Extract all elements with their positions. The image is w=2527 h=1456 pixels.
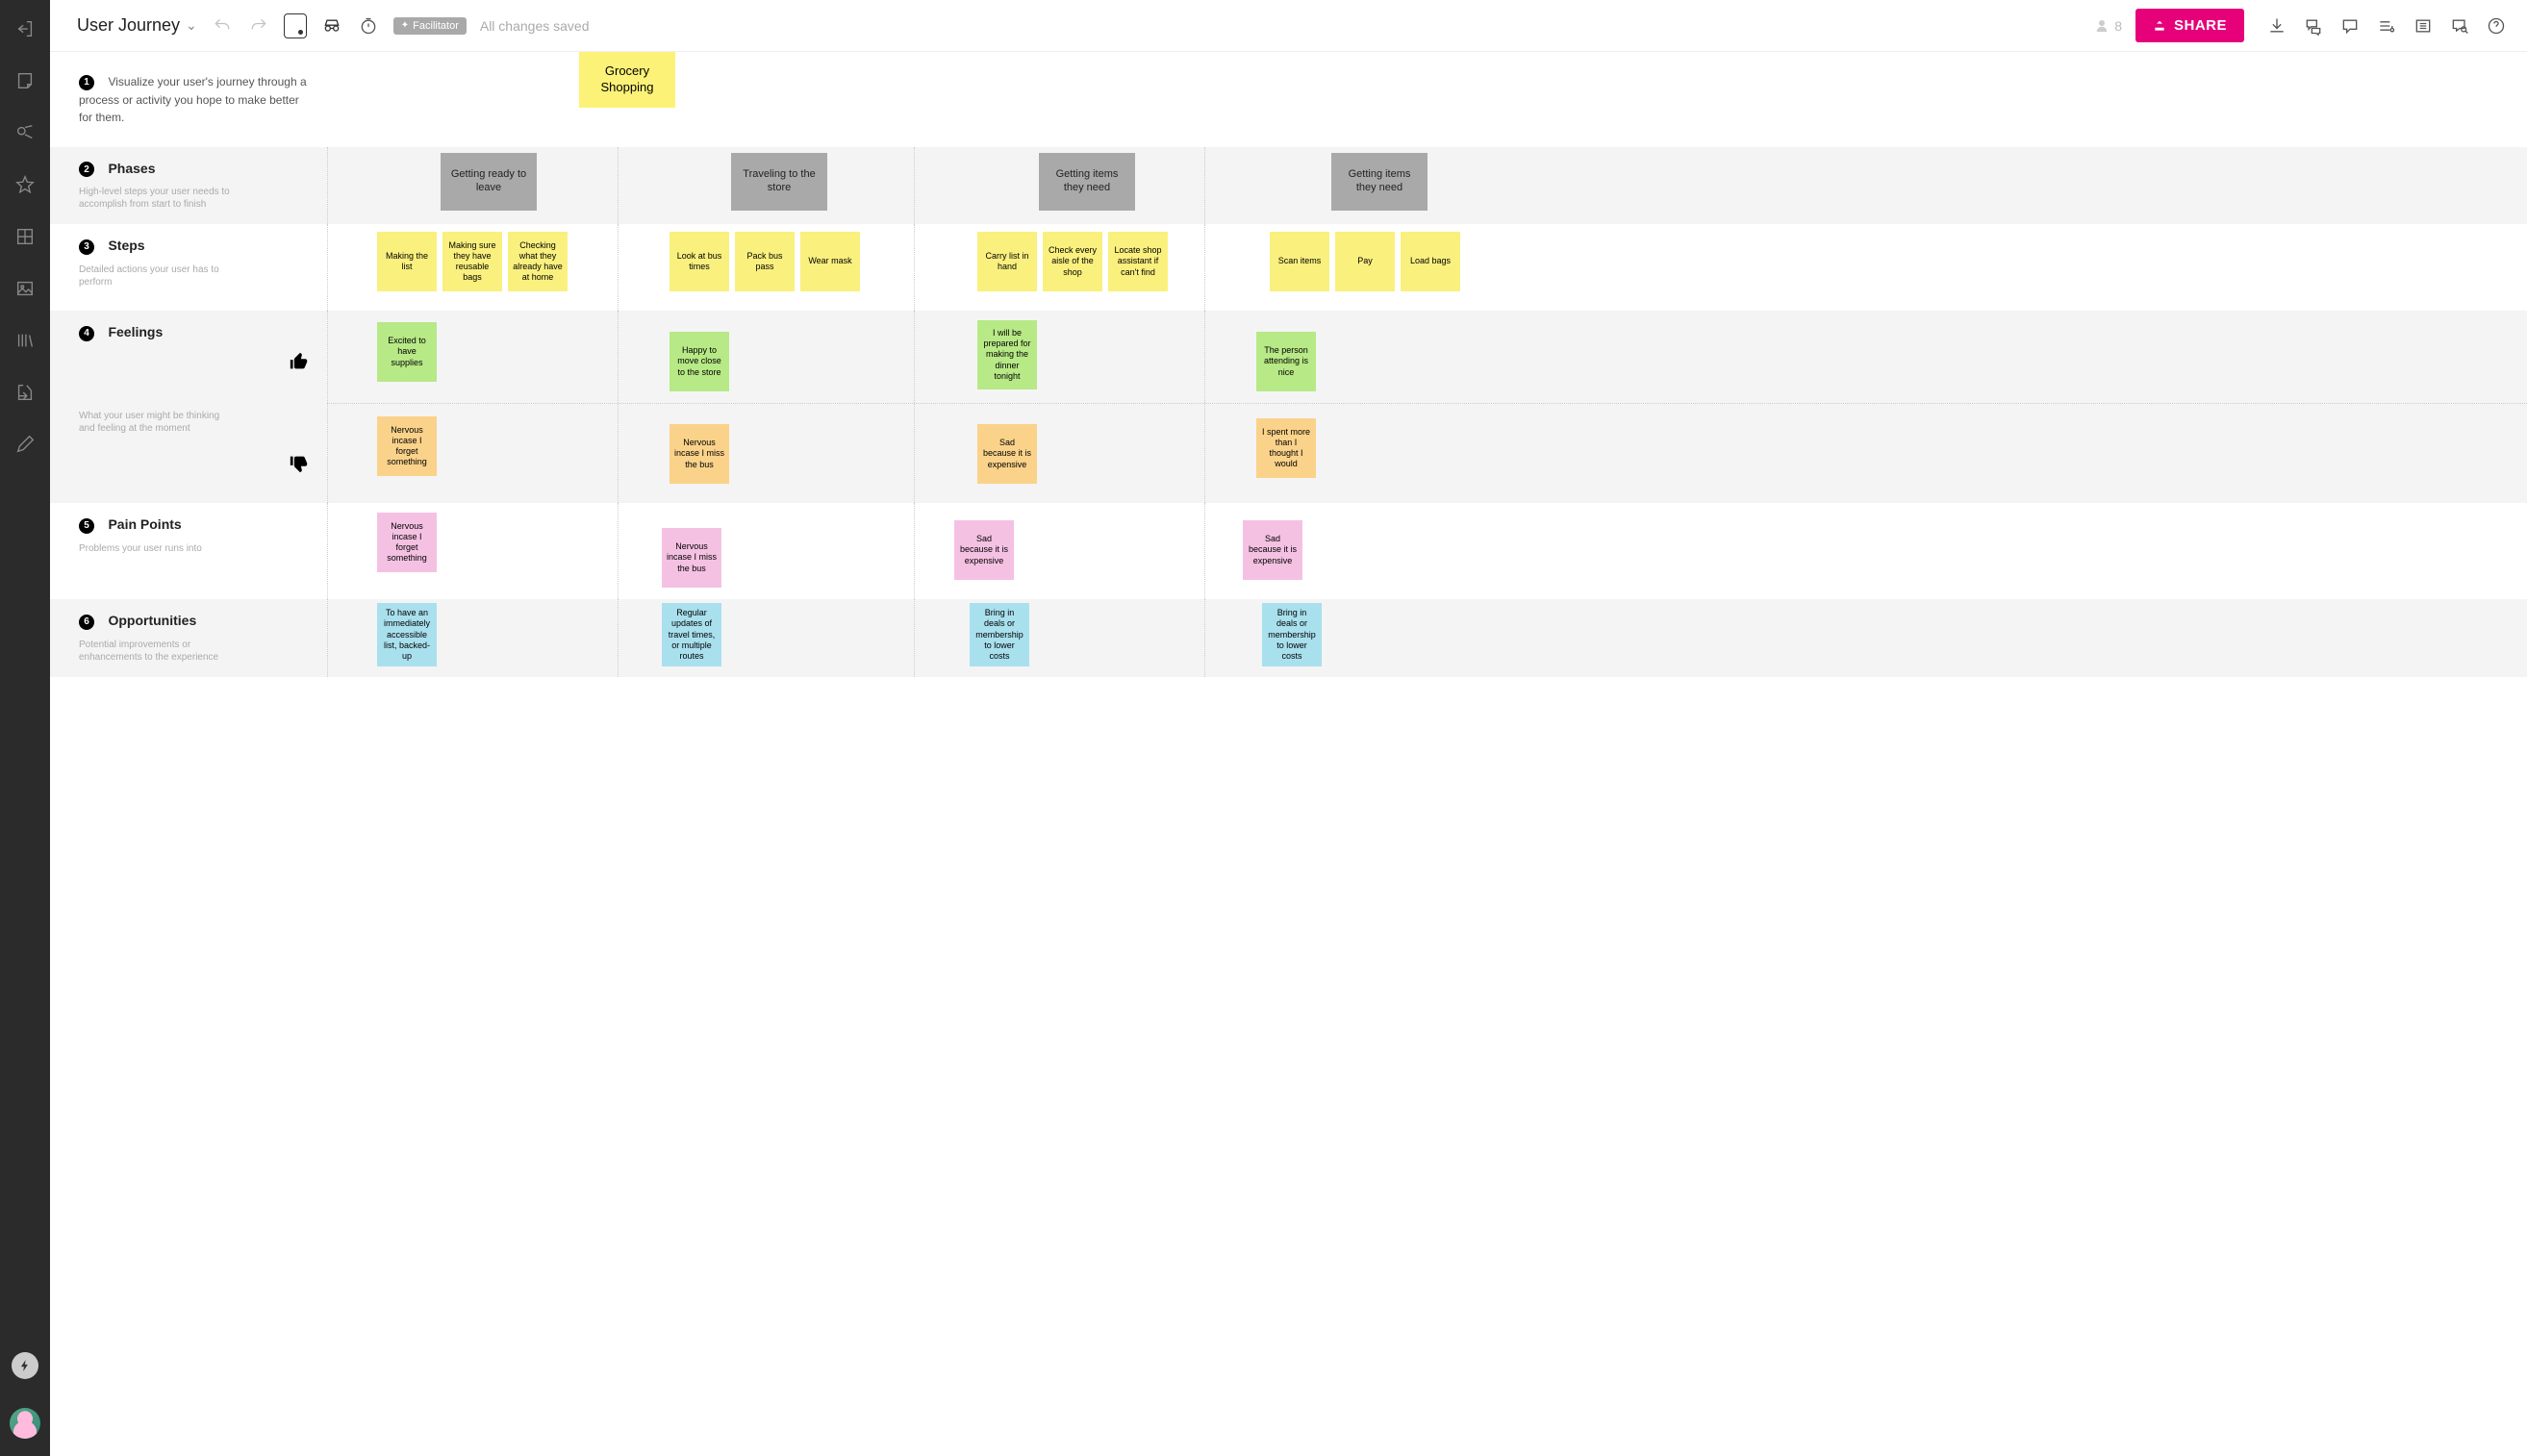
section-opportunities: 6 Opportunities Potential improvements o… — [50, 599, 2527, 677]
image-icon[interactable] — [13, 277, 37, 300]
note-icon[interactable] — [13, 69, 37, 92]
section-pain-points: 5 Pain Points Problems your user runs in… — [50, 503, 2527, 599]
feeling-positive-note[interactable]: I will be prepared for making the dinner… — [977, 320, 1037, 389]
pain-note[interactable]: Nervous incase I miss the bus — [662, 528, 721, 588]
section-desc: Detailed actions your user has to perfor… — [79, 264, 238, 289]
section-title: Feelings — [108, 324, 163, 339]
participant-count[interactable]: 8 — [2093, 17, 2122, 35]
step-number: 5 — [79, 518, 94, 534]
section-feelings: 4 Feelings What your user might be think… — [50, 311, 2527, 503]
pencil-icon[interactable] — [13, 433, 37, 456]
share-button[interactable]: SHARE — [2135, 9, 2244, 42]
section-steps: 3 Steps Detailed actions your user has t… — [50, 224, 2527, 311]
phase-card[interactable]: Getting items they need — [1331, 153, 1428, 211]
section-intro: 1 Visualize your user's journey through … — [50, 52, 2527, 147]
participant-count-value: 8 — [2114, 18, 2122, 34]
section-desc: Problems your user runs into — [79, 542, 238, 555]
download-icon[interactable] — [2265, 14, 2288, 38]
facilitator-label: Facilitator — [413, 20, 459, 32]
feeling-positive-note[interactable]: Excited to have supplies — [377, 322, 437, 382]
import-icon[interactable] — [13, 381, 37, 404]
save-status: All changes saved — [480, 18, 590, 34]
step-note[interactable]: Scan items — [1270, 232, 1329, 291]
activity-icon[interactable] — [2375, 14, 2398, 38]
facilitator-badge[interactable]: Facilitator — [393, 17, 467, 35]
step-note[interactable]: Check every aisle of the shop — [1043, 232, 1102, 291]
feeling-negative-note[interactable]: Nervous incase I forget something — [377, 416, 437, 476]
step-note[interactable]: Making sure they have reusable bags — [442, 232, 502, 291]
left-rail — [0, 0, 50, 1456]
step-note[interactable]: Pack bus pass — [735, 232, 795, 291]
section-title: Pain Points — [108, 516, 181, 532]
document-title-text: User Journey — [77, 15, 180, 36]
grid-icon[interactable] — [13, 225, 37, 248]
opportunity-note[interactable]: To have an immediately accessible list, … — [377, 603, 437, 666]
redo-icon — [247, 14, 270, 38]
step-number: 4 — [79, 326, 94, 341]
library-icon[interactable] — [13, 329, 37, 352]
undo-icon — [211, 14, 234, 38]
share-button-label: SHARE — [2174, 17, 2227, 34]
section-title: Steps — [108, 238, 144, 253]
document-title[interactable]: User Journey ⌄ — [77, 15, 197, 36]
list-icon[interactable] — [2412, 14, 2435, 38]
step-note[interactable]: Locate shop assistant if can't find — [1108, 232, 1168, 291]
chevron-down-icon: ⌄ — [186, 17, 197, 34]
timer-icon[interactable] — [357, 14, 380, 38]
opportunity-note[interactable]: Bring in deals or membership to lower co… — [970, 603, 1029, 666]
step-note[interactable]: Carry list in hand — [977, 232, 1037, 291]
opportunity-note[interactable]: Regular updates of travel times, or mult… — [662, 603, 721, 666]
share-rail-icon[interactable] — [13, 121, 37, 144]
bolt-icon[interactable] — [12, 1352, 38, 1379]
top-toolbar: User Journey ⌄ Facilitator All changes s… — [50, 0, 2527, 52]
feeling-positive-note[interactable]: Happy to move close to the store — [670, 332, 729, 391]
comment-icon[interactable] — [2338, 14, 2362, 38]
pain-note[interactable]: Nervous incase I forget something — [377, 513, 437, 572]
search-comment-icon[interactable] — [2448, 14, 2471, 38]
feeling-negative-note[interactable]: Nervous incase I miss the bus — [670, 424, 729, 484]
phase-card[interactable]: Getting ready to leave — [441, 153, 537, 211]
section-desc: What your user might be thinking and fee… — [79, 410, 238, 435]
help-icon[interactable] — [2485, 14, 2508, 38]
section-desc: Potential improvements or enhancements t… — [79, 639, 238, 664]
pain-note[interactable]: Sad because it is expensive — [1243, 520, 1302, 580]
journey-canvas[interactable]: 1 Visualize your user's journey through … — [50, 52, 2527, 1456]
section-phases: 2 Phases High-level steps your user need… — [50, 147, 2527, 225]
thumbs-down-icon — [289, 453, 310, 474]
intro-description: Visualize your user's journey through a … — [79, 75, 307, 124]
phase-card[interactable]: Getting items they need — [1039, 153, 1135, 211]
star-icon[interactable] — [13, 173, 37, 196]
dice-icon[interactable] — [284, 14, 307, 38]
step-number: 1 — [79, 75, 94, 90]
feeling-negative-note[interactable]: Sad because it is expensive — [977, 424, 1037, 484]
user-avatar[interactable] — [10, 1408, 40, 1439]
step-note[interactable]: Look at bus times — [670, 232, 729, 291]
step-note[interactable]: Making the list — [377, 232, 437, 291]
feeling-positive-note[interactable]: The person attending is nice — [1256, 332, 1316, 391]
exit-icon[interactable] — [13, 17, 37, 40]
thumbs-up-icon — [289, 351, 310, 372]
section-desc: High-level steps your user needs to acco… — [79, 186, 238, 211]
chat-bubbles-icon[interactable] — [2302, 14, 2325, 38]
section-title: Opportunities — [108, 613, 196, 628]
section-title: Phases — [108, 161, 155, 176]
step-note[interactable]: Pay — [1335, 232, 1395, 291]
phase-card[interactable]: Traveling to the store — [731, 153, 827, 211]
step-note[interactable]: Checking what they already have at home — [508, 232, 568, 291]
journey-title-note[interactable]: Grocery Shopping — [579, 52, 675, 108]
step-number: 6 — [79, 615, 94, 630]
step-number: 2 — [79, 162, 94, 177]
step-note[interactable]: Load bags — [1401, 232, 1460, 291]
feeling-negative-note[interactable]: I spent more than I thought I would — [1256, 418, 1316, 478]
opportunity-note[interactable]: Bring in deals or membership to lower co… — [1262, 603, 1322, 666]
step-note[interactable]: Wear mask — [800, 232, 860, 291]
step-number: 3 — [79, 239, 94, 255]
incognito-icon[interactable] — [320, 14, 343, 38]
pain-note[interactable]: Sad because it is expensive — [954, 520, 1014, 580]
